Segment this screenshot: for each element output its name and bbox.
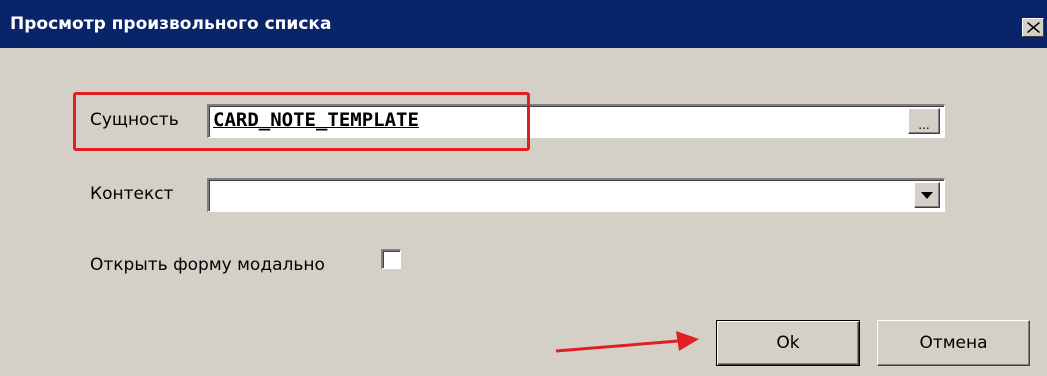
context-dropdown-button[interactable] — [914, 182, 940, 208]
highlight-annotation — [73, 92, 530, 151]
window-title: Просмотр произвольного списка — [10, 14, 332, 34]
dialog-window: Просмотр произвольного списка Сущность C… — [0, 0, 1047, 376]
chevron-down-icon — [921, 192, 933, 199]
context-label: Контекст — [90, 184, 174, 204]
context-select[interactable] — [207, 178, 945, 212]
modal-label: Открыть форму модально — [90, 255, 325, 275]
title-bar: Просмотр произвольного списка — [0, 0, 1047, 48]
ok-button-label: Ok — [776, 333, 800, 353]
cancel-button-label: Отмена — [919, 333, 988, 353]
ok-button[interactable]: Ok — [716, 320, 860, 366]
modal-checkbox[interactable] — [381, 249, 401, 269]
cancel-button[interactable]: Отмена — [877, 320, 1030, 366]
arrow-annotation — [555, 331, 699, 353]
close-icon — [1027, 22, 1040, 33]
close-button[interactable] — [1022, 18, 1044, 37]
entity-browse-button[interactable]: ... — [908, 108, 940, 134]
ellipsis-icon: ... — [918, 118, 930, 132]
